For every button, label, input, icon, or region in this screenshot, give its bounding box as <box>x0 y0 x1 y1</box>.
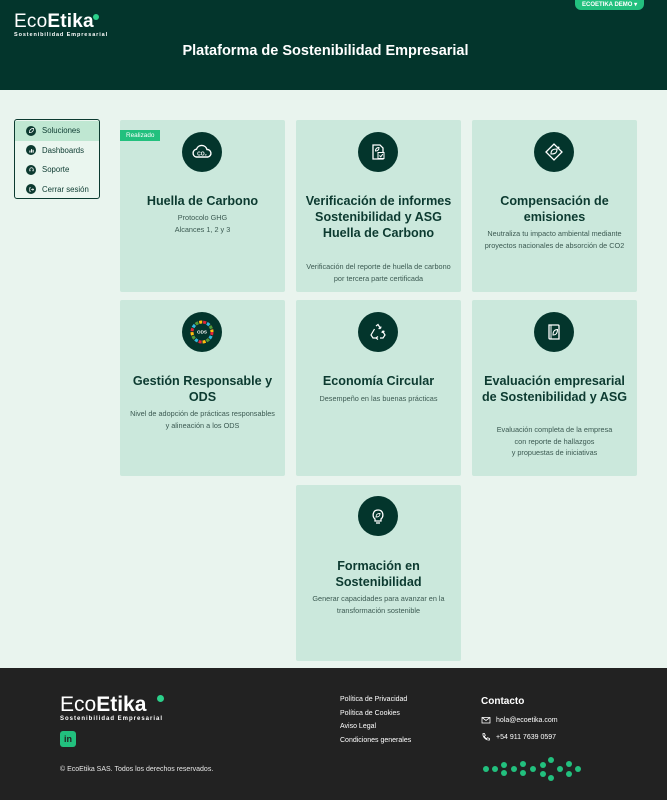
leaf-tag-icon <box>534 132 574 172</box>
sidebar-item-label: Soluciones <box>42 126 81 136</box>
logo-word-bold: Etika <box>96 693 147 716</box>
card-description: Evaluación completa de la empresa con re… <box>496 425 613 457</box>
phone-icon <box>482 733 490 741</box>
headset-icon <box>26 164 36 175</box>
co2-cloud-icon: CO₂ <box>182 132 222 172</box>
card-description: Neutraliza tu impacto ambiental mediante… <box>484 229 625 250</box>
copyright: © EcoEtika SAS. Todos los derechos reser… <box>60 766 214 773</box>
card-title: Compensación de emisiones <box>500 194 609 224</box>
card-description: Verificación del reporte de huella de ca… <box>306 262 451 283</box>
sidebar-item-label: Cerrar sesión <box>42 184 89 194</box>
contact-email[interactable]: hola@ecoetika.com <box>481 715 558 725</box>
footer: EcoEtika Sostenibilidad Empresarial in ©… <box>0 668 667 800</box>
card-title: Gestión Responsable y ODS <box>132 374 273 404</box>
card-verificacion-informes[interactable]: Verificación de informes Sostenibilidad … <box>296 120 461 292</box>
card-description: Generar capacidades para avanzar en la t… <box>312 594 445 615</box>
logo[interactable]: EcoEtika Sostenibilidad Empresarial <box>14 11 109 39</box>
status-badge: Realizado <box>120 130 161 141</box>
card-title: Economía Circular <box>322 374 435 388</box>
header: EcoEtika Sostenibilidad Empresarial ECOE… <box>0 0 667 90</box>
ods-label: ODS <box>197 330 207 335</box>
mail-icon <box>481 717 491 724</box>
card-formacion-sostenibilidad[interactable]: Formación en Sostenibilidad Generar capa… <box>296 485 461 661</box>
card-economia-circular[interactable]: Economía Circular Desempeño en las buena… <box>296 300 461 476</box>
card-description: Desempeño en las buenas prácticas <box>319 394 438 403</box>
logo-dot <box>93 14 99 20</box>
link-privacidad[interactable]: Política de Privacidad <box>340 696 411 710</box>
card-compensacion-emisiones[interactable]: Compensación de emisiones Neutraliza tu … <box>472 120 637 292</box>
footer-links: Política de Privacidad Política de Cooki… <box>340 696 411 750</box>
sidebar-item-soluciones[interactable]: Soluciones <box>15 121 99 141</box>
card-description: Protocolo GHG Alcances 1, 2 y 3 <box>174 213 231 234</box>
sidebar-item-label: Dashboards <box>42 145 85 155</box>
card-title: Huella de Carbono <box>146 194 259 208</box>
card-title: Evaluación empresarial de Sostenibilidad… <box>481 374 628 404</box>
contact-phone[interactable]: +54 911 7639 0597 <box>481 732 556 742</box>
linkedin-icon[interactable]: in <box>60 731 76 747</box>
chart-icon <box>26 145 36 156</box>
card-evaluacion-empresarial[interactable]: Evaluación empresarial de Sostenibilidad… <box>472 300 637 476</box>
recycle-icon <box>358 312 398 352</box>
decorative-dots <box>483 757 581 781</box>
account-dropdown[interactable]: ECOETIKA DEMO ▾ <box>575 0 645 10</box>
document-verify-icon <box>358 132 398 172</box>
ods-wheel-icon: ODS <box>182 312 222 352</box>
lightbulb-icon <box>358 496 398 536</box>
page-title: Plataforma de Sostenibilidad Empresarial <box>182 43 469 59</box>
logo-word-light: Eco <box>14 11 48 32</box>
email-text: hola@ecoetika.com <box>496 716 558 724</box>
sidebar-item-soporte[interactable]: Soporte <box>15 160 99 180</box>
card-title: Formación en Sostenibilidad <box>335 559 422 589</box>
sidebar-item-dashboards[interactable]: Dashboards <box>15 141 99 161</box>
card-gestion-responsable-ods[interactable]: ODS Gestión Responsable y ODS Nivel de a… <box>120 300 285 476</box>
logo-subtitle: Sostenibilidad Empresarial <box>14 32 109 38</box>
logout-icon <box>26 184 36 195</box>
sidebar-item-label: Soporte <box>42 165 70 175</box>
leaf-book-icon <box>534 312 574 352</box>
logo-word-bold: Etika <box>47 11 94 32</box>
sidebar: Soluciones Dashboards Soporte Cerrar ses… <box>14 119 100 199</box>
logo-subtitle: Sostenibilidad Empresarial <box>60 716 164 722</box>
card-description: Nivel de adopción de prácticas responsab… <box>130 409 275 430</box>
svg-text:CO₂: CO₂ <box>197 151 207 157</box>
link-condiciones[interactable]: Condiciones generales <box>340 737 411 751</box>
footer-logo[interactable]: EcoEtika Sostenibilidad Empresarial <box>60 693 164 722</box>
card-title: Verificación de informes Sostenibilidad … <box>305 194 452 240</box>
logo-word-light: Eco <box>60 693 97 716</box>
sidebar-item-cerrar-sesion[interactable]: Cerrar sesión <box>15 180 99 200</box>
link-cookies[interactable]: Política de Cookies <box>340 710 411 724</box>
logo-dot <box>157 695 164 702</box>
link-aviso-legal[interactable]: Aviso Legal <box>340 723 411 737</box>
card-huella-de-carbono[interactable]: Realizado CO₂ Huella de Carbono Protocol… <box>120 120 285 292</box>
contact-title: Contacto <box>481 696 525 707</box>
leaf-icon <box>26 125 36 136</box>
phone-text: +54 911 7639 0597 <box>496 733 557 741</box>
